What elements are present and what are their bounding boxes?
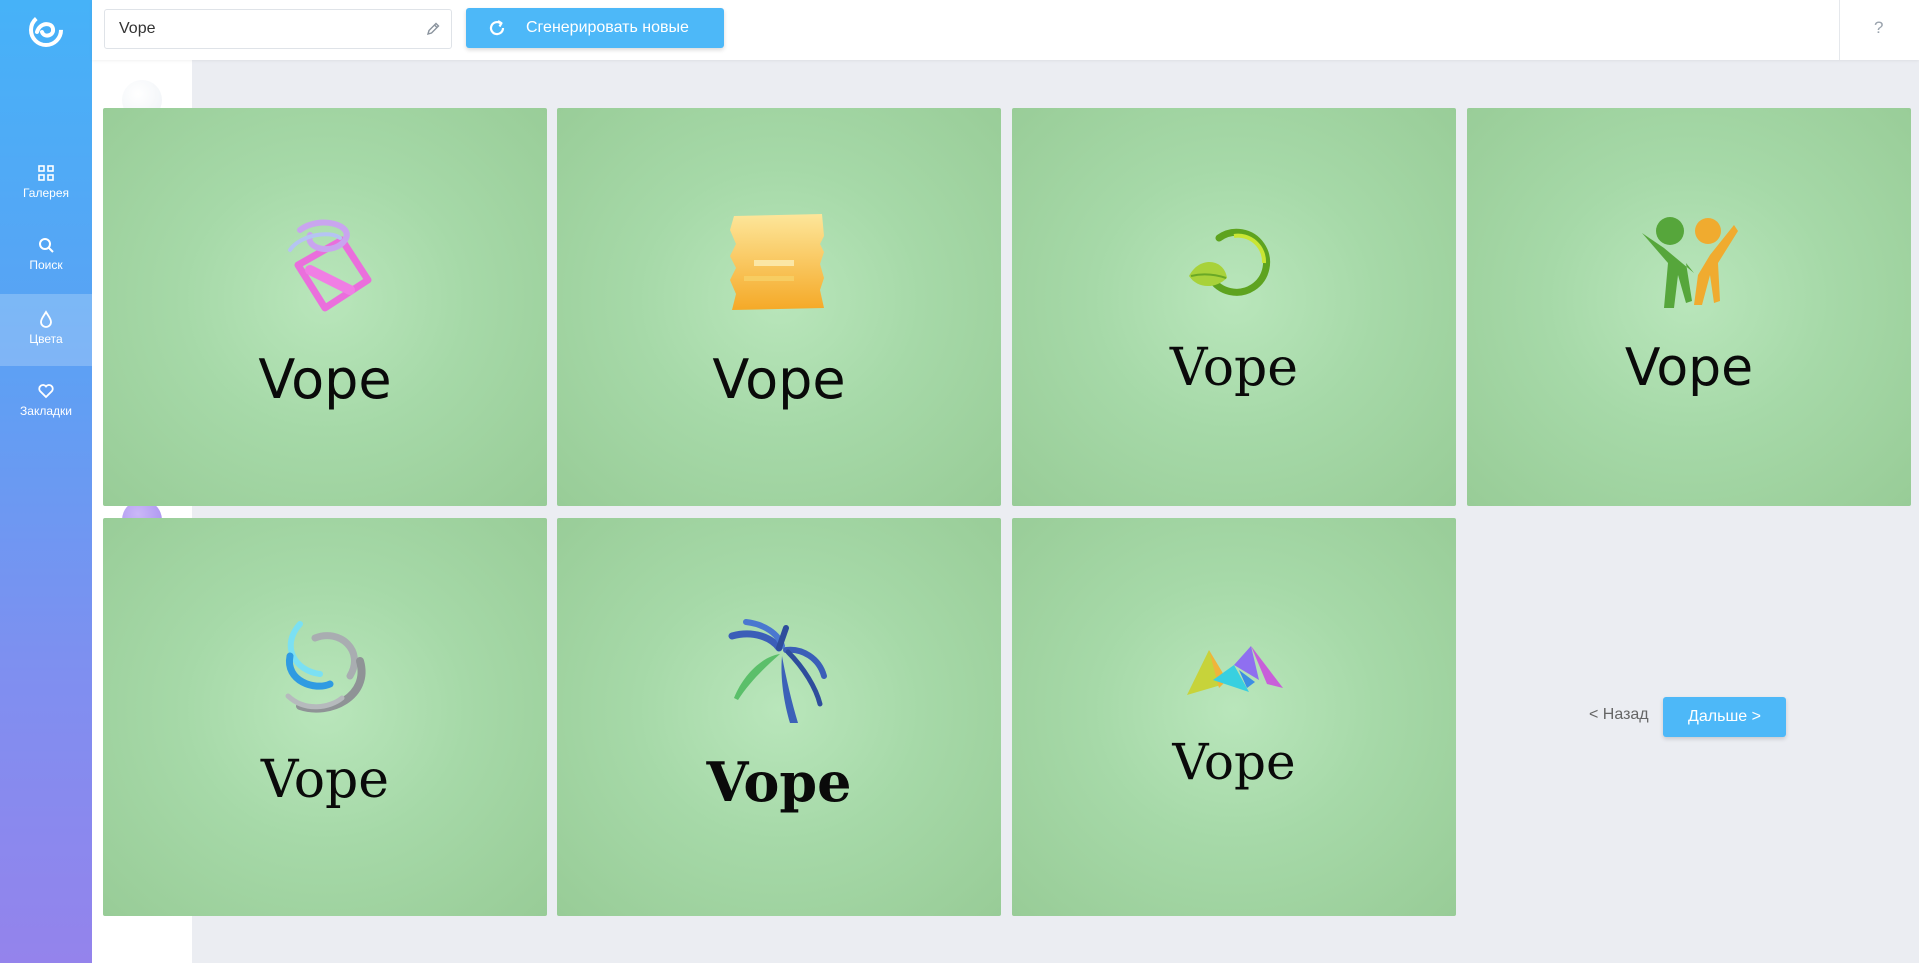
drop-icon (40, 310, 52, 328)
brand-text: Vope (1624, 338, 1754, 398)
refresh-icon (489, 20, 505, 36)
nav-item-gallery[interactable]: Галерея (0, 148, 92, 220)
logo-card[interactable]: Vope (557, 108, 1001, 506)
nav-item-search[interactable]: Поиск (0, 220, 92, 292)
brand-text: Vope (1169, 338, 1299, 398)
colorful-mountains-icon (1187, 646, 1283, 695)
left-nav: Галерея Поиск Цвета Закладки (0, 0, 92, 963)
brand-text: Vope (712, 348, 846, 411)
pink-ribbon-box-icon (288, 219, 372, 312)
nav-item-colors[interactable]: Цвета (0, 294, 92, 366)
brand-text: Vope (706, 750, 852, 814)
brand-text: Vope (1172, 733, 1296, 791)
logo-card[interactable]: Vope (1467, 108, 1911, 506)
logo-card[interactable]: Vope (103, 108, 547, 506)
yellow-brush-square-icon (730, 214, 824, 310)
green-leaf-circle-icon (1189, 228, 1271, 296)
grid-icon (38, 165, 54, 181)
generate-new-button[interactable]: Сгенерировать новые (466, 8, 724, 48)
nav-item-bookmarks[interactable]: Закладки (0, 366, 92, 438)
heart-icon (38, 384, 54, 399)
next-button[interactable]: Дальше > (1663, 697, 1786, 737)
logo-card[interactable]: Vope (557, 518, 1001, 916)
nav-label-colors: Цвета (29, 332, 63, 346)
logo-card[interactable]: Vope (103, 518, 547, 916)
brand-name-field (104, 9, 452, 49)
top-bar: Сгенерировать новые ? (92, 0, 1919, 60)
logo-card[interactable]: Vope (1012, 518, 1456, 916)
nav-label-bookmarks: Закладки (20, 404, 72, 418)
logo-card[interactable]: Vope (1012, 108, 1456, 506)
search-icon (39, 238, 54, 253)
brand-text: Vope (260, 750, 390, 810)
help-button[interactable]: ? (1874, 18, 1883, 38)
nav-label-gallery: Галерея (22, 186, 70, 200)
back-link[interactable]: < Назад (1589, 706, 1649, 724)
palm-tree-icon (728, 619, 827, 723)
generate-new-label: Сгенерировать новые (526, 19, 689, 36)
two-people-icon (1642, 217, 1738, 308)
brand-name-input[interactable] (105, 10, 405, 48)
pencil-icon[interactable] (425, 21, 441, 37)
brand-text: Vope (258, 348, 392, 411)
swirl-logo-icon[interactable] (28, 12, 64, 48)
blue-grey-swirl-icon (285, 621, 366, 713)
help-area: ? (1839, 0, 1919, 60)
nav-label-search: Поиск (29, 258, 63, 272)
